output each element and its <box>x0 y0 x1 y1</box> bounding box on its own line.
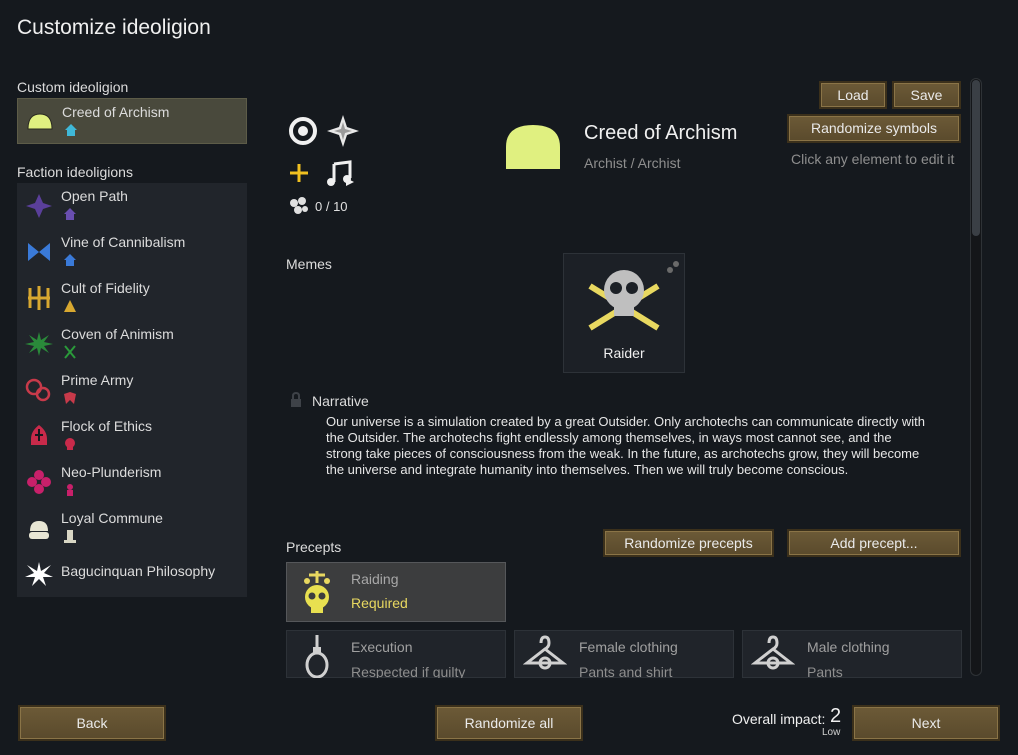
house-icon <box>65 124 77 136</box>
randomize-symbols-button[interactable]: Randomize symbols <box>787 114 961 143</box>
house-icon <box>64 208 76 220</box>
sidebar-item-vine-of-cannibalism[interactable]: Vine of Cannibalism <box>17 229 247 275</box>
link-dots-icon <box>667 261 679 273</box>
noose-icon <box>305 635 329 679</box>
sidebar-item-cult-of-fidelity[interactable]: Cult of Fidelity <box>17 275 247 321</box>
sidebar-item-label: Coven of Animism <box>61 326 174 342</box>
sidebar-item-label: Loyal Commune <box>61 510 163 526</box>
edit-hint: Click any element to edit it <box>791 151 955 167</box>
sidebar-item-label: Cult of Fidelity <box>61 280 150 296</box>
precept-card-raiding[interactable]: Raiding Required <box>286 562 506 622</box>
hanger-icon <box>523 635 567 670</box>
sidebar-item-label: Neo-Plunderism <box>61 464 162 480</box>
precept-value: Required <box>351 595 408 611</box>
precept-title: Female clothing <box>579 639 678 655</box>
impact-level: Low <box>822 727 841 738</box>
crossed-tools-icon <box>64 345 76 359</box>
mitre-icon <box>31 425 47 445</box>
meme-card-raider[interactable]: Raider <box>563 253 685 373</box>
linked-rings-icon <box>25 378 51 402</box>
sidebar-item-neo-plunderism[interactable]: Neo-Plunderism <box>17 459 247 505</box>
window-title: Customize ideoligion <box>17 16 211 39</box>
sidebar-item-label: Open Path <box>61 188 128 204</box>
save-button[interactable]: Save <box>892 81 961 109</box>
precept-title: Male clothing <box>807 639 890 655</box>
load-button[interactable]: Load <box>819 81 887 109</box>
next-button[interactable]: Next <box>852 705 1000 741</box>
adjective-subtitle[interactable]: Archist / Archist <box>584 155 680 171</box>
spiky-star-icon <box>25 332 53 356</box>
four-point-star-icon <box>26 194 52 218</box>
dome-icon <box>27 113 53 130</box>
sidebar-item-label: Vine of Cannibalism <box>61 234 186 250</box>
add-precept-button[interactable]: Add precept... <box>787 529 961 557</box>
music-note-icon[interactable] <box>326 160 356 188</box>
randomize-precepts-button[interactable]: Randomize precepts <box>603 529 774 557</box>
precepts-label: Precepts <box>286 539 342 555</box>
skull-icon <box>65 438 75 450</box>
banner-icon <box>64 392 76 404</box>
precept-title: Raiding <box>351 571 399 587</box>
custom-ideoligion-label: Custom ideoligion <box>17 79 129 95</box>
follower-count: 0 / 10 <box>315 199 348 214</box>
sidebar-item-creed-of-archism[interactable]: Creed of Archism <box>17 98 247 144</box>
bulb-icon <box>29 521 49 539</box>
house-icon <box>64 254 76 266</box>
skull-swords-icon <box>588 270 660 331</box>
narrative-label: Narrative <box>312 393 369 409</box>
impact-label: Overall impact: <box>732 711 826 727</box>
sidebar-item-label: Creed of Archism <box>62 104 170 120</box>
candelabra-icon <box>28 286 50 310</box>
sidebar-item-coven-of-animism[interactable]: Coven of Animism <box>17 321 247 367</box>
ideoligion-name[interactable]: Creed of Archism <box>584 122 737 145</box>
followers-icon <box>290 197 308 214</box>
butterfly-icon <box>28 243 50 261</box>
precept-card-execution[interactable]: Execution Respected if guilty <box>286 630 506 680</box>
burst-star-icon <box>25 562 53 586</box>
sidebar-item-open-path[interactable]: Open Path <box>17 183 247 229</box>
faction-ideoligions-label: Faction ideoligions <box>17 164 133 180</box>
scroll-mask <box>260 678 980 698</box>
tent-icon <box>64 300 76 312</box>
dome-icon[interactable] <box>504 121 562 171</box>
back-button[interactable]: Back <box>18 705 166 741</box>
sidebar-item-prime-army[interactable]: Prime Army <box>17 367 247 413</box>
sidebar-item-label: Bagucinquan Philosophy <box>61 563 216 579</box>
impact-value: 2 <box>830 705 842 727</box>
four-point-star-icon[interactable] <box>326 114 360 148</box>
scrollbar-thumb[interactable] <box>972 80 980 236</box>
sidebar-item-bagucinquan-philosophy[interactable]: Bagucinquan Philosophy <box>17 551 247 597</box>
sidebar-item-label: Flock of Ethics <box>61 418 153 434</box>
memes-label: Memes <box>286 256 332 272</box>
sidebar-item-label: Prime Army <box>61 372 134 388</box>
precept-card-male-clothing[interactable]: Male clothing Pants <box>742 630 962 680</box>
meme-label: Raider <box>603 345 645 361</box>
lock-icon[interactable] <box>290 392 302 408</box>
ring-symbol-icon[interactable] <box>288 116 318 146</box>
figure-icon <box>67 484 73 496</box>
flower-cross-icon <box>27 470 51 494</box>
randomize-all-button[interactable]: Randomize all <box>435 705 583 741</box>
hanger-icon <box>751 635 795 670</box>
sidebar-item-loyal-commune[interactable]: Loyal Commune <box>17 505 247 551</box>
sidebar-item-flock-of-ethics[interactable]: Flock of Ethics <box>17 413 247 459</box>
precept-card-female-clothing[interactable]: Female clothing Pants and shirt <box>514 630 734 680</box>
precept-title: Execution <box>351 639 413 655</box>
pillar-icon <box>64 530 76 543</box>
crowned-skull-icon <box>304 571 330 613</box>
plus-icon[interactable] <box>288 162 310 184</box>
narrative-text[interactable]: Our universe is a simulation created by … <box>326 414 926 478</box>
